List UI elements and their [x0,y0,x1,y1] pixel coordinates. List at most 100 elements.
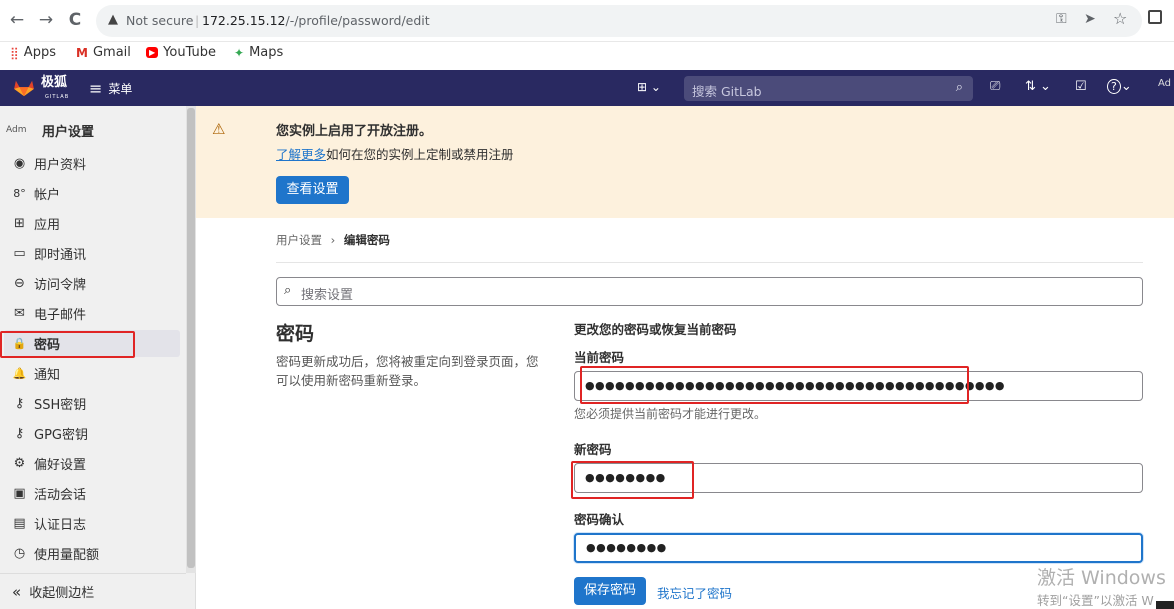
new-dropdown-button[interactable]: ⊞ ⌄ [637,80,661,94]
monitor-icon: ▣ [13,486,26,501]
bookmarks-bar: ⣿ Apps M Gmail ▶ YouTube ✦ Maps [0,42,1174,70]
sidebar-item-label: 使用量配额 [34,548,100,563]
sidebar-item-emails[interactable]: ✉ 电子邮件 [0,300,180,327]
bookmark-label: Apps [23,45,56,60]
sidebar-item-label: 应用 [34,218,61,233]
current-password-hint: 您必须提供当前密码才能进行更改。 [574,407,767,421]
forward-icon[interactable]: → [35,9,57,31]
windows-activation-hint: 转到“设置”以激活 W [1037,593,1154,608]
security-warning-icon[interactable]: ▲ [108,12,118,27]
bookmark-maps[interactable]: ✦ Maps [234,45,283,60]
forgot-password-link[interactable]: 我忘记了密码 [657,583,732,602]
section-description: 密码更新成功后，您将被重定向到登录页面，您可以使用新密码重新登录。 [276,354,539,388]
user-avatar[interactable]: Ad [1158,78,1171,89]
preferences-icon: ⚙ [13,456,26,471]
banner-text: 了解更多如何在您的实例上定制或禁用注册 [276,144,514,163]
sidebar-item-label: SSH密钥 [34,398,87,413]
bookmark-label: YouTube [163,45,217,60]
sidebar-item-applications[interactable]: ⊞ 应用 [0,210,180,237]
sidebar-item-ssh-keys[interactable]: ⚷ SSH密钥 [0,390,180,417]
merge-requests-button[interactable]: ⇅ ⌄ [1025,79,1051,94]
bookmark-youtube[interactable]: ▶ YouTube [146,45,216,60]
sidebar-item-active-sessions[interactable]: ▣ 活动会话 [0,480,180,507]
sidebar-item-auth-log[interactable]: ▤ 认证日志 [0,510,180,537]
bookmark-label: Maps [249,45,284,60]
breadcrumb-parent[interactable]: 用户设置 [276,233,322,247]
help-button[interactable]: ? ⌄ [1107,79,1132,94]
key-icon[interactable]: ⚿ [1056,11,1067,27]
chat-icon: ▭ [13,246,26,261]
banner-text-body: 如何在您的实例上定制或禁用注册 [326,147,514,162]
open-registration-banner: ⚠ 您实例上启用了开放注册。 了解更多如何在您的实例上定制或禁用注册 查看设置 [196,106,1174,218]
gitlab-top-bar: 极狐 GITLAB ≡ 菜单 ⊞ ⌄ 搜索 GitLab ⌕ ⎚ ⇅ ⌄ ☑ ? ⌄ … [0,70,1174,106]
breadcrumb-current: 编辑密码 [343,233,390,247]
bookmark-gmail[interactable]: M Gmail [76,45,131,60]
sidebar-item-notifications[interactable]: 🔔 通知 [0,360,180,387]
bookmark-apps[interactable]: ⣿ Apps [10,45,56,60]
sidebar-item-label: 通知 [34,368,61,383]
browser-toolbar: ← → C ▲ Not secure | 172.25.15.12/-/prof… [0,0,1174,42]
address-bar[interactable]: ▲ Not secure | 172.25.15.12/-/profile/pa… [96,5,1142,37]
brand-sub: GITLAB [45,94,70,100]
star-icon[interactable]: ☆ [1113,9,1127,28]
sidebar-item-label: 认证日志 [34,518,87,533]
sidebar-header[interactable]: Adm 用户设置 [6,116,94,144]
sidebar-item-access-tokens[interactable]: ⊖ 访问令牌 [0,270,180,297]
collapse-sidebar-button[interactable]: « 收起侧边栏 [0,573,186,609]
profile-icon: ◉ [13,156,26,171]
save-password-button[interactable]: 保存密码 [574,577,646,605]
issues-icon[interactable]: ⎚ [990,79,1000,94]
mail-icon: ✉ [14,306,25,321]
apps-icon: ⣿ [10,45,19,60]
sidebar-item-chat[interactable]: ▭ 即时通讯 [0,240,180,267]
annotation-box-new-password [571,461,694,499]
sidebar-item-label: 偏好设置 [34,458,87,473]
chevron-down-icon: ⌄ [1040,79,1051,94]
gitlab-search-input[interactable]: 搜索 GitLab ⌕ [684,76,973,101]
sidebar-item-preferences[interactable]: ⚙ 偏好设置 [0,450,180,477]
side-panel-icon[interactable] [1148,10,1162,24]
url-host: 172.25.15.12 [202,13,286,28]
log-icon: ▤ [13,516,26,531]
search-settings-placeholder: 搜索设置 [301,288,354,303]
sidebar-item-label: 帐户 [34,188,61,203]
current-password-label: 当前密码 [574,350,625,365]
reload-icon[interactable]: C [64,9,86,31]
double-chevron-left-icon: « [12,582,22,601]
sidebar-item-usage-quotas[interactable]: ◷ 使用量配额 [0,540,180,567]
applications-icon: ⊞ [14,216,25,231]
learn-more-link[interactable]: 了解更多 [276,147,326,162]
menu-label: 菜单 [108,82,133,96]
gmail-icon: M [76,45,88,60]
sidebar-item-profile[interactable]: ◉ 用户资料 [0,150,180,177]
gitlab-logo-icon[interactable] [12,79,36,97]
key-icon: ⚷ [14,396,25,411]
warning-icon: ⚠ [212,120,226,138]
annotation-box-current-password [580,366,969,404]
account-icon: 8° [13,187,26,200]
chevron-down-icon: ⌄ [650,80,661,94]
main-menu-button[interactable]: ≡ 菜单 [89,79,132,98]
sidebar-scrollbar-thumb[interactable] [187,108,195,568]
search-settings-input[interactable]: ⌕ 搜索设置 [276,277,1143,306]
key-icon: ⚷ [14,426,25,441]
taskbar-corner [1156,601,1174,609]
gitlab-brand[interactable]: 极狐 GITLAB [41,76,69,104]
confirm-password-field[interactable]: ●●●●●●●● [574,533,1143,563]
new-password-label: 新密码 [574,442,612,457]
back-icon[interactable]: ← [6,9,28,31]
avatar: Adm [6,125,27,135]
url-text[interactable]: 172.25.15.12/-/profile/password/edit [202,13,430,28]
collapse-label: 收起侧边栏 [29,586,95,601]
sidebar-item-gpg-keys[interactable]: ⚷ GPG密钥 [0,420,180,447]
search-icon: ⌕ [284,283,292,298]
windows-activation-watermark: 激活 Windows [1037,567,1166,589]
security-status[interactable]: Not secure [126,13,193,28]
sidebar-item-account[interactable]: 8° 帐户 [0,180,180,207]
todo-icon[interactable]: ☑ [1075,79,1087,94]
share-icon[interactable]: ➤ [1084,11,1096,27]
breadcrumb-separator: › [330,233,336,247]
view-settings-button[interactable]: 查看设置 [276,176,349,204]
sidebar-item-label: 电子邮件 [34,308,87,323]
youtube-icon: ▶ [146,47,159,58]
